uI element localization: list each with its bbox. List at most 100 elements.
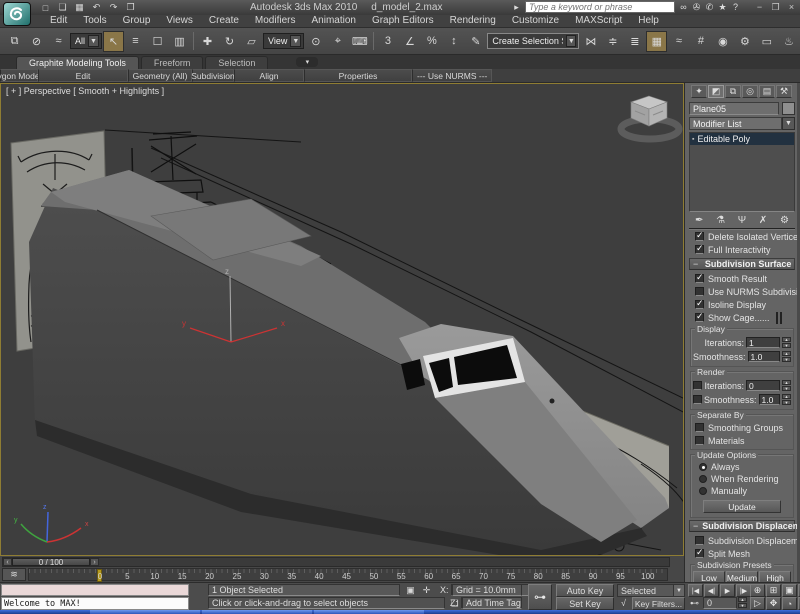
ribbon-panel-button[interactable]: Subdivision [192,69,234,82]
curve-editor-icon[interactable]: ≈ [668,31,689,52]
checkbox-row[interactable]: Smooth Result [689,272,795,285]
time-tag-icon[interactable]: ❏ [448,597,461,609]
spinner[interactable]: ▲▼ [782,337,791,348]
windows-taskbar[interactable] [0,610,800,614]
display-smoothness-field[interactable]: 1.0 [748,351,780,362]
checkbox[interactable] [695,287,704,296]
close-button[interactable]: × [785,1,798,13]
make-unique-icon[interactable]: Ψ [738,215,746,226]
bind-to-space-warp-icon[interactable]: ≈ [48,31,69,52]
checkbox[interactable] [695,536,704,545]
checkbox-row[interactable]: Split Mesh [689,547,795,560]
checkbox-row[interactable]: Show Cage...... [689,311,795,324]
search-icon[interactable]: ∞ [677,1,690,13]
checkbox[interactable] [695,274,704,283]
subdivision-surface-rollout-header[interactable]: − Subdivision Surface [689,258,795,270]
menu-item[interactable]: Customize [504,15,567,27]
subscription-center-icon[interactable]: ✇ [690,1,703,13]
key-filters-button[interactable]: Key Filters... [632,597,685,610]
minimize-button[interactable]: − [753,1,766,13]
checkbox[interactable] [695,436,704,445]
ribbon-panel-button[interactable]: Properties [304,69,412,82]
current-frame-field[interactable]: 0 [703,597,737,609]
radio-button[interactable] [699,463,707,471]
show-end-result-icon[interactable]: ⚗ [716,215,725,226]
create-tab[interactable]: ✦ [691,85,707,98]
utilities-tab[interactable]: ⚒ [776,85,792,98]
ribbon-panel-button[interactable]: Geometry (All) [128,69,192,82]
menu-item[interactable]: Help [630,15,667,27]
schematic-view-icon[interactable]: # [690,31,711,52]
pin-stack-icon[interactable]: ✒ [695,215,703,226]
motion-tab[interactable]: ◎ [742,85,758,98]
keyboard-override-icon[interactable]: ⌨ [349,31,370,52]
checkbox[interactable] [695,245,704,254]
macro-recorder-field[interactable] [1,584,189,596]
dropdown-arrow-icon[interactable]: ▼ [782,117,795,130]
menu-item[interactable]: Rendering [442,15,504,27]
rendered-frame-icon[interactable]: ▭ [756,31,777,52]
menu-item[interactable]: MAXScript [567,15,630,27]
render-iterations-field[interactable]: 0 [746,380,780,391]
track-bar-ruler[interactable]: 0510152025303540455055606570758085909510… [28,568,668,581]
go-to-start-button[interactable]: |◀ [688,584,703,597]
zoom-all-icon[interactable]: ⊞ [766,584,781,597]
clipboard-icon[interactable]: ❐ [123,1,138,14]
menu-item[interactable]: Modifiers [247,15,304,27]
zoom-icon[interactable]: ⊕ [750,584,765,597]
select-object-icon[interactable]: ↖ [103,31,124,52]
play-button[interactable]: ▶ [720,584,735,597]
window-crossing-icon[interactable]: ▥ [169,31,190,52]
menu-item[interactable]: Group [115,15,159,27]
radio-button[interactable] [699,487,707,495]
percent-snap-icon[interactable]: % [421,31,442,52]
spinner[interactable]: ▲▼ [782,380,791,391]
unlink-selection-icon[interactable]: ⊘ [26,31,47,52]
menu-item[interactable]: Graph Editors [364,15,442,27]
set-key-button[interactable]: Set Key [556,597,614,610]
angle-snap-icon[interactable]: ∠ [399,31,420,52]
radio-button[interactable] [699,475,707,483]
preset-button[interactable]: Low [693,571,725,582]
ribbon-minimize-button[interactable]: ▾ [296,57,318,67]
selection-filter-dropdown[interactable]: All ▼ [70,33,102,49]
checkbox[interactable] [693,395,702,404]
named-selection-set-dropdown[interactable]: Create Selection Se ▼ [487,33,579,49]
remove-modifier-icon[interactable]: ✗ [759,215,767,226]
ribbon-tab[interactable]: Freeform [141,56,204,69]
selection-lock-icon[interactable]: ▣ [404,584,417,596]
absolute-offset-mode-icon[interactable]: ✛ [420,584,433,596]
checkbox[interactable] [695,313,704,322]
display-iterations-field[interactable]: 1 [746,337,780,348]
modifier-stack-entry[interactable]: ▪ Editable Poly [690,133,794,145]
checkbox-row[interactable]: Materials [693,434,791,447]
time-slider-track[interactable]: ‹ 0 / 100 › [2,557,670,567]
spinner[interactable]: ▲▼ [782,394,791,405]
checkbox-row[interactable]: Isoline Display [689,298,795,311]
next-frame-button[interactable]: |▶ [736,584,751,597]
menu-item[interactable]: Animation [303,15,363,27]
communication-center-icon[interactable]: ✆ [703,1,716,13]
add-time-tag[interactable]: Add Time Tag [462,597,522,609]
material-editor-icon[interactable]: ◉ [712,31,733,52]
auto-key-button[interactable]: Auto Key [556,584,614,597]
undo-icon[interactable]: ↶ [89,1,104,14]
render-production-icon[interactable]: ♨ [778,31,799,52]
snaps-toggle-icon[interactable]: 3 [377,31,398,52]
update-button[interactable]: Update [703,500,781,513]
maxscript-listener-field[interactable]: Welcome to MAX! [1,597,189,610]
radio-row[interactable]: Always [693,461,791,473]
checkbox[interactable] [695,423,704,432]
select-and-move-icon[interactable]: ✚ [197,31,218,52]
checkbox-row[interactable]: Full Interactivity [689,243,795,256]
new-file-icon[interactable]: □ [38,1,53,14]
pan-icon[interactable]: ✥ [766,597,781,610]
ribbon-panel-button[interactable]: Align [234,69,304,82]
mini-curve-editor-button[interactable]: ≋ [2,568,26,581]
preset-button[interactable]: Medium [726,571,758,582]
spinner[interactable]: ▲▼ [782,351,791,362]
time-forward-button[interactable]: › [90,558,99,566]
reference-coordinate-dropdown[interactable]: View ▼ [263,33,304,49]
cage-color-swatch[interactable] [780,312,782,324]
ribbon-panel-button[interactable]: Edit [38,69,128,82]
